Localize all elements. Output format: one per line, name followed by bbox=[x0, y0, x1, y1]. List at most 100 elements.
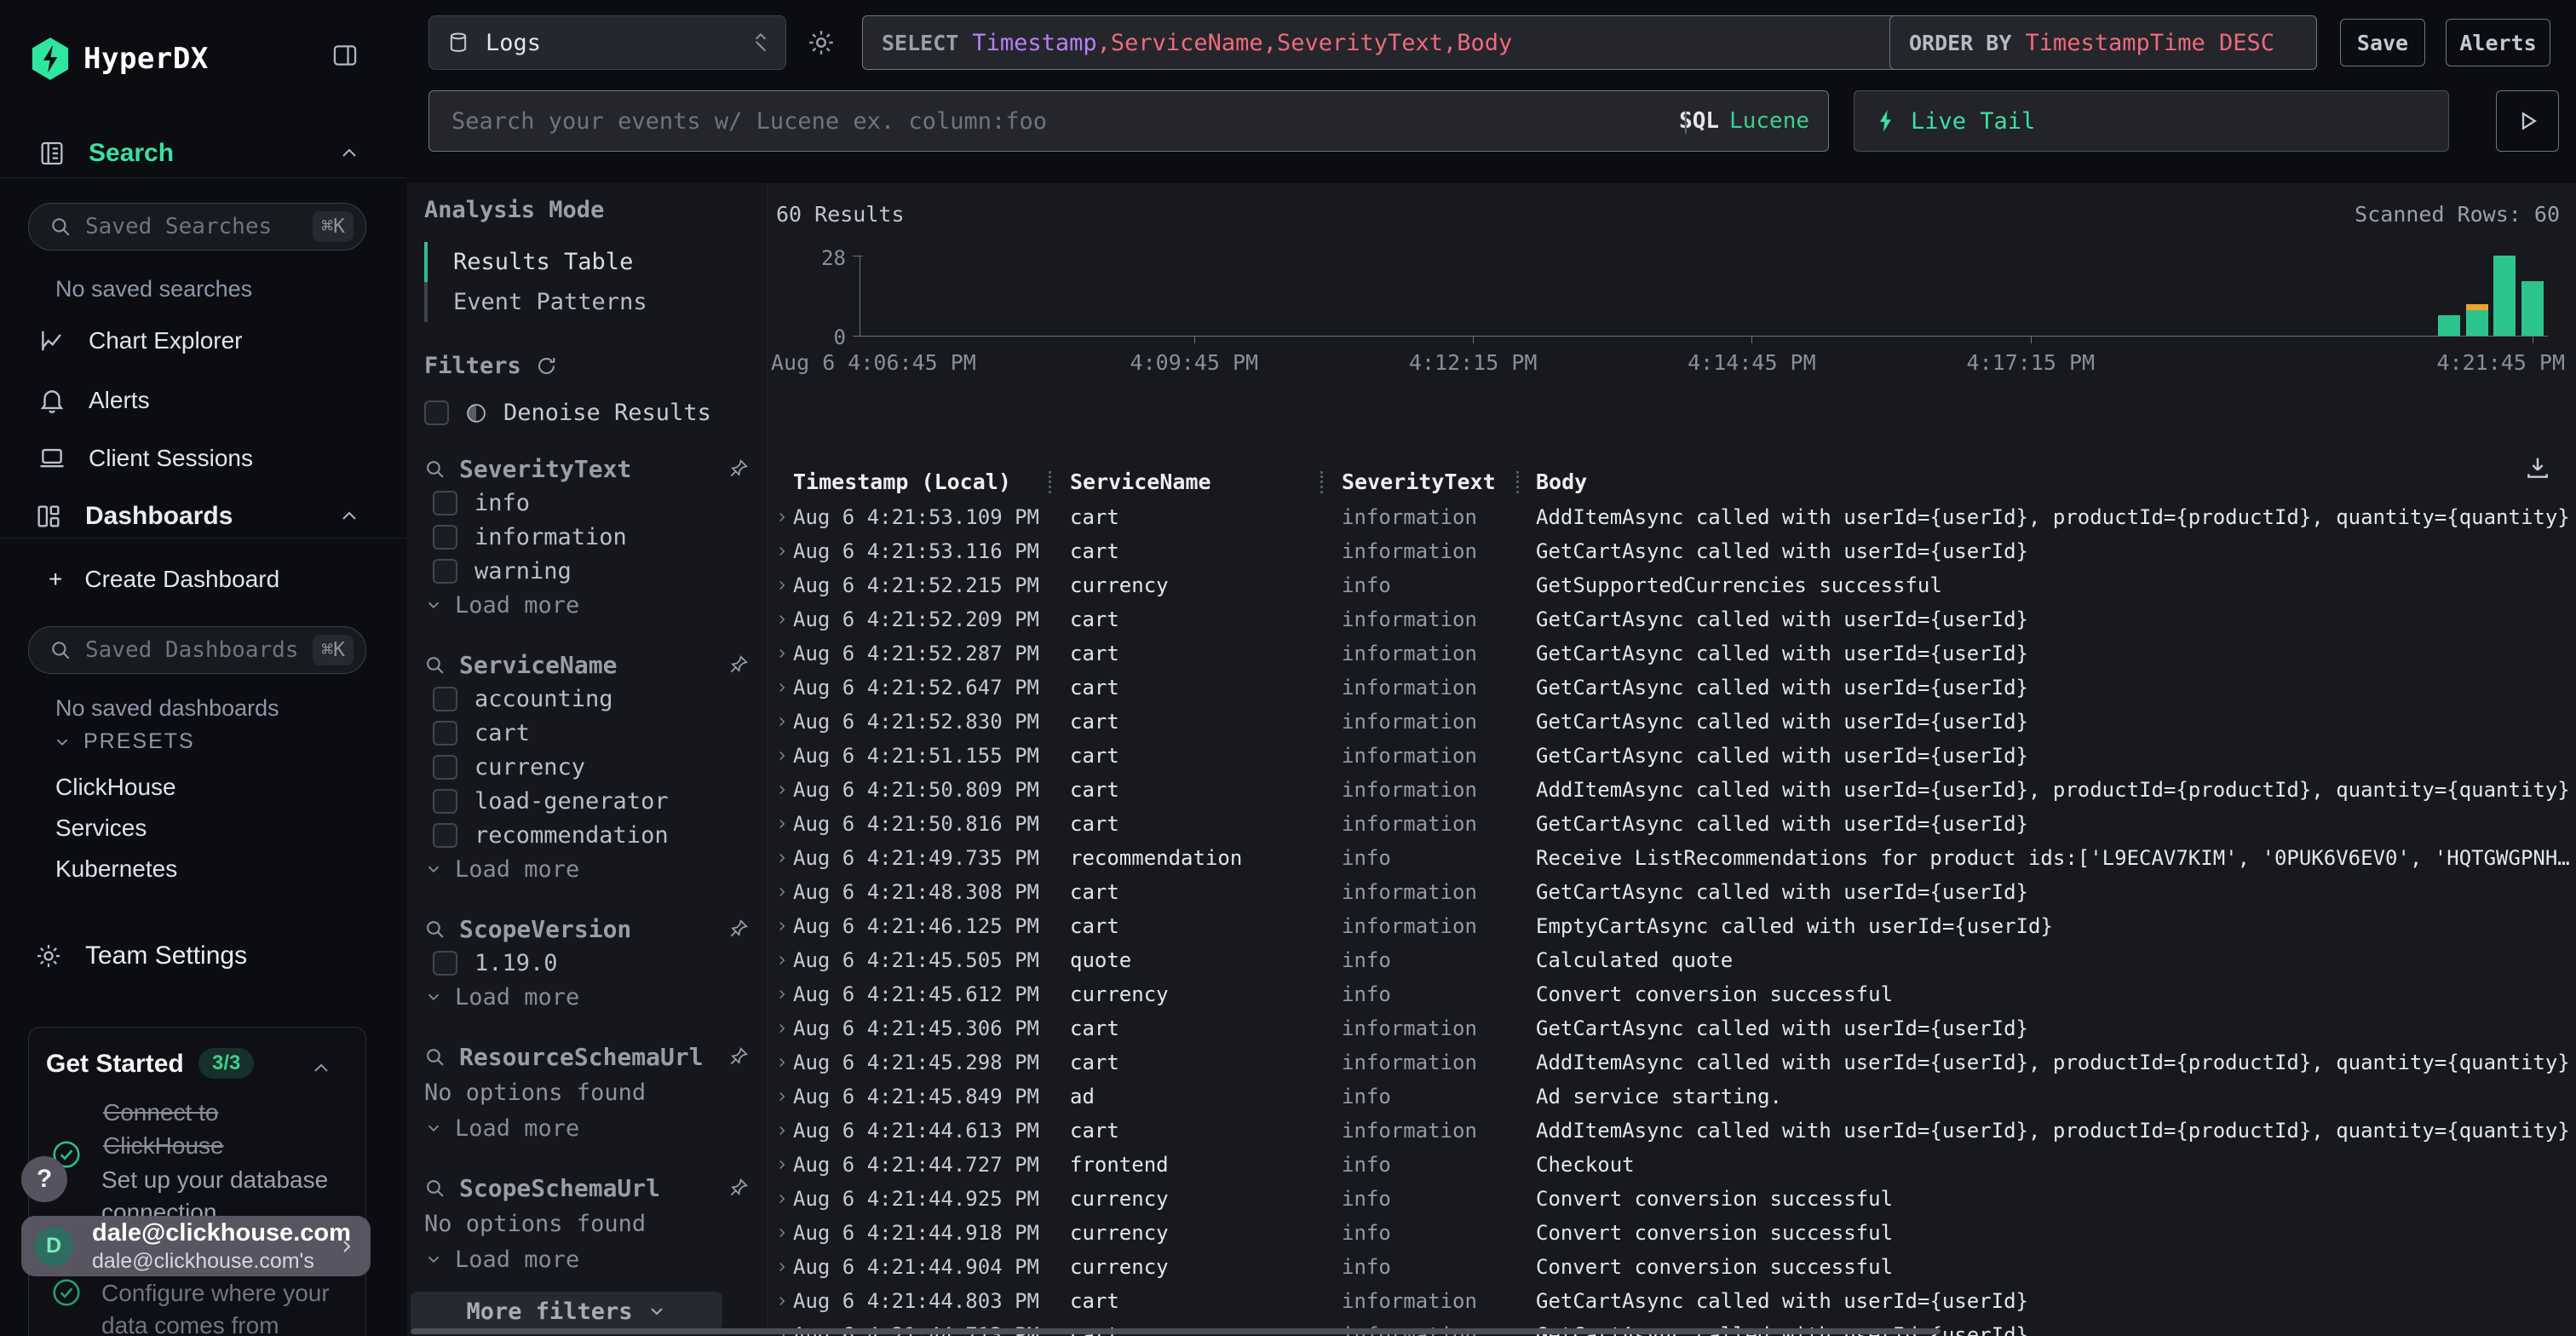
table-row[interactable]: Aug 6 4:21:44.918 PMcurrencyinfoConvert … bbox=[768, 1216, 2576, 1250]
pin-icon[interactable] bbox=[727, 918, 750, 940]
row-expand-chevron-icon[interactable] bbox=[774, 1011, 790, 1045]
row-expand-chevron-icon[interactable] bbox=[774, 1080, 790, 1114]
row-expand-chevron-icon[interactable] bbox=[774, 807, 790, 841]
filter-checkbox[interactable] bbox=[433, 525, 457, 550]
chevron-up-icon[interactable] bbox=[311, 1058, 331, 1079]
filter-option-currency[interactable]: currency bbox=[424, 750, 750, 784]
load-more-button[interactable]: Load more bbox=[424, 588, 750, 622]
preset-clickhouse[interactable]: ClickHouse bbox=[55, 774, 176, 801]
refresh-icon[interactable] bbox=[535, 354, 558, 377]
row-expand-chevron-icon[interactable] bbox=[774, 977, 790, 1011]
filter-option-warning[interactable]: warning bbox=[424, 554, 750, 588]
table-row[interactable]: Aug 6 4:21:45.298 PMcartinformationAddIt… bbox=[768, 1045, 2576, 1080]
event-search-input[interactable] bbox=[450, 107, 1679, 135]
row-expand-chevron-icon[interactable] bbox=[774, 943, 790, 977]
sidebar-collapse-icon[interactable] bbox=[331, 41, 359, 70]
create-dashboard-button[interactable]: + Create Dashboard bbox=[0, 562, 407, 596]
filter-checkbox[interactable] bbox=[433, 789, 457, 814]
row-expand-chevron-icon[interactable] bbox=[774, 739, 790, 773]
table-row[interactable]: Aug 6 4:21:53.109 PMcartinformationAddIt… bbox=[768, 500, 2576, 534]
mode-event-patterns[interactable]: Event Patterns bbox=[424, 282, 750, 322]
step-connect-title[interactable]: Connect to ClickHouse bbox=[103, 1096, 224, 1162]
sidebar-section-search[interactable]: Search bbox=[0, 135, 407, 172]
run-query-button[interactable] bbox=[2496, 90, 2559, 152]
pin-icon[interactable] bbox=[727, 1045, 750, 1068]
table-row[interactable]: Aug 6 4:21:45.306 PMcartinformationGetCa… bbox=[768, 1011, 2576, 1045]
table-row[interactable]: Aug 6 4:21:46.125 PMcartinformationEmpty… bbox=[768, 909, 2576, 943]
saved-dashboards-input[interactable] bbox=[83, 636, 313, 664]
row-expand-chevron-icon[interactable] bbox=[774, 1250, 790, 1284]
sidebar-item-client-sessions[interactable]: Client Sessions bbox=[0, 441, 407, 475]
table-row[interactable]: Aug 6 4:21:45.612 PMcurrencyinfoConvert … bbox=[768, 977, 2576, 1011]
filter-checkbox[interactable] bbox=[433, 559, 457, 584]
column-resize-handle[interactable] bbox=[1320, 471, 1323, 493]
table-row[interactable]: Aug 6 4:21:44.925 PMcurrencyinfoConvert … bbox=[768, 1182, 2576, 1216]
row-expand-chevron-icon[interactable] bbox=[774, 1216, 790, 1250]
row-expand-chevron-icon[interactable] bbox=[774, 1284, 790, 1318]
row-expand-chevron-icon[interactable] bbox=[774, 1182, 790, 1216]
sidebar-item-team-settings[interactable]: Team Settings bbox=[0, 937, 407, 975]
table-row[interactable]: Aug 6 4:21:53.116 PMcartinformationGetCa… bbox=[768, 534, 2576, 568]
filter-checkbox[interactable] bbox=[433, 951, 457, 976]
filter-checkbox[interactable] bbox=[433, 687, 457, 711]
row-expand-chevron-icon[interactable] bbox=[774, 841, 790, 875]
table-row[interactable]: Aug 6 4:21:49.735 PMrecommendationinfoRe… bbox=[768, 841, 2576, 875]
source-settings-gear-icon[interactable] bbox=[806, 27, 837, 58]
lang-lucene-option[interactable]: Lucene bbox=[1729, 108, 1809, 134]
table-row[interactable]: Aug 6 4:21:45.849 PMadinfoAd service sta… bbox=[768, 1080, 2576, 1114]
table-row[interactable]: Aug 6 4:21:48.308 PMcartinformationGetCa… bbox=[768, 875, 2576, 909]
table-row[interactable]: Aug 6 4:21:52.830 PMcartinformationGetCa… bbox=[768, 705, 2576, 739]
load-more-button[interactable]: Load more bbox=[424, 852, 750, 886]
saved-dashboards-search[interactable]: ⌘K bbox=[28, 626, 366, 674]
row-expand-chevron-icon[interactable] bbox=[774, 705, 790, 739]
table-row[interactable]: Aug 6 4:21:45.505 PMquoteinfoCalculated … bbox=[768, 943, 2576, 977]
sidebar-item-chart-explorer[interactable]: Chart Explorer bbox=[0, 324, 407, 358]
denoise-checkbox[interactable] bbox=[424, 400, 449, 425]
table-row[interactable]: Aug 6 4:21:50.816 PMcartinformationGetCa… bbox=[768, 807, 2576, 841]
saved-searches-input[interactable] bbox=[83, 213, 313, 240]
column-resize-handle[interactable] bbox=[1049, 471, 1051, 493]
col-header-servicename[interactable]: ServiceName bbox=[1070, 464, 1211, 498]
row-expand-chevron-icon[interactable] bbox=[774, 568, 790, 602]
table-row[interactable]: Aug 6 4:21:52.287 PMcartinformationGetCa… bbox=[768, 636, 2576, 671]
filter-checkbox[interactable] bbox=[433, 755, 457, 780]
pin-icon[interactable] bbox=[727, 458, 750, 480]
filter-checkbox[interactable] bbox=[433, 491, 457, 515]
search-icon[interactable] bbox=[424, 1178, 446, 1199]
col-header-timestamp[interactable]: Timestamp (Local) bbox=[793, 464, 1011, 498]
load-more-button[interactable]: Load more bbox=[424, 1111, 750, 1145]
denoise-results-toggle[interactable]: Denoise Results bbox=[424, 400, 750, 426]
preset-services[interactable]: Services bbox=[55, 815, 147, 842]
chevron-up-icon[interactable] bbox=[339, 506, 359, 527]
filter-option-1.19.0[interactable]: 1.19.0 bbox=[424, 946, 750, 980]
presets-toggle[interactable]: PRESETS bbox=[53, 729, 195, 754]
filter-option-recommendation[interactable]: recommendation bbox=[424, 818, 750, 852]
preset-kubernetes[interactable]: Kubernetes bbox=[55, 855, 177, 883]
alerts-button[interactable]: Alerts bbox=[2446, 19, 2550, 66]
pin-icon[interactable] bbox=[727, 654, 750, 676]
load-more-button[interactable]: Load more bbox=[424, 980, 750, 1014]
table-row[interactable]: Aug 6 4:21:50.809 PMcartinformationAddIt… bbox=[768, 773, 2576, 807]
filter-option-cart[interactable]: cart bbox=[424, 716, 750, 750]
save-button[interactable]: Save bbox=[2340, 19, 2425, 66]
col-header-body[interactable]: Body bbox=[1536, 464, 1587, 498]
filter-checkbox[interactable] bbox=[433, 721, 457, 746]
row-expand-chevron-icon[interactable] bbox=[774, 773, 790, 807]
search-icon[interactable] bbox=[424, 918, 446, 940]
row-expand-chevron-icon[interactable] bbox=[774, 1148, 790, 1182]
pin-icon[interactable] bbox=[727, 1177, 750, 1199]
filter-option-accounting[interactable]: accounting bbox=[424, 682, 750, 716]
filter-checkbox[interactable] bbox=[433, 823, 457, 848]
mode-results-table[interactable]: Results Table bbox=[424, 242, 750, 282]
row-expand-chevron-icon[interactable] bbox=[774, 1114, 790, 1148]
row-expand-chevron-icon[interactable] bbox=[774, 602, 790, 636]
table-row[interactable]: Aug 6 4:21:52.209 PMcartinformationGetCa… bbox=[768, 602, 2576, 636]
table-row[interactable]: Aug 6 4:21:44.803 PMcartinformationGetCa… bbox=[768, 1284, 2576, 1318]
search-icon[interactable] bbox=[424, 458, 446, 480]
filter-option-info[interactable]: info bbox=[424, 486, 750, 520]
table-row[interactable]: Aug 6 4:21:44.904 PMcurrencyinfoConvert … bbox=[768, 1250, 2576, 1284]
saved-searches-search[interactable]: ⌘K bbox=[28, 203, 366, 250]
table-row[interactable]: Aug 6 4:21:44.613 PMcartinformationAddIt… bbox=[768, 1114, 2576, 1148]
order-by-input[interactable]: ORDER BY TimestampTime DESC bbox=[1889, 15, 2317, 70]
sidebar-section-dashboards[interactable]: Dashboards bbox=[0, 498, 407, 535]
